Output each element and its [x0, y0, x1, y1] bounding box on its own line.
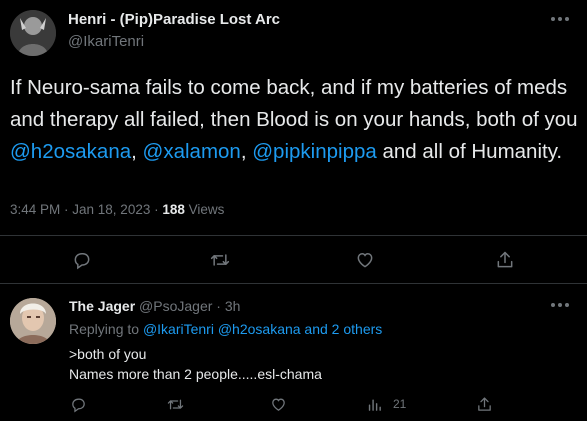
reply-handle-time[interactable]: @PsoJager · 3h [135, 298, 240, 314]
reply-tweet[interactable]: The Jager @PsoJager · 3h Replying to @Ik… [0, 288, 587, 421]
reply-actions: 21 [0, 388, 587, 420]
tweet-text-separator: , [131, 140, 143, 163]
tweet-text-part: and all of Humanity. [376, 140, 563, 163]
mention-link[interactable]: @xalamon [143, 140, 241, 163]
reply-author-name[interactable]: The Jager [69, 298, 135, 314]
share-icon[interactable] [476, 388, 493, 420]
more-icon[interactable] [547, 6, 573, 32]
tweet-actions [0, 240, 587, 280]
share-icon[interactable] [485, 240, 525, 280]
like-icon[interactable] [345, 240, 385, 280]
replying-to: Replying to @IkariTenri @h2osakana and 2… [69, 321, 382, 337]
views-count: 188 [162, 202, 185, 217]
reply-views-count: 21 [393, 397, 407, 411]
author-handle[interactable]: @IkariTenri [68, 33, 144, 50]
replying-mentions[interactable]: @IkariTenri @h2osakana and 2 others [143, 321, 382, 337]
views-label: Views [184, 202, 225, 217]
retweet-icon[interactable] [167, 388, 184, 420]
more-icon[interactable] [547, 292, 573, 318]
reply-avatar[interactable] [10, 298, 56, 344]
divider [0, 235, 587, 236]
tweet-text-separator: , [240, 140, 253, 163]
reply-header: The Jager @PsoJager · 3h [69, 298, 240, 314]
reply-line: Names more than 2 people.....esl-chama [69, 366, 322, 382]
replying-prefix: Replying to [69, 321, 143, 337]
reply-icon[interactable] [70, 388, 87, 420]
mention-link[interactable]: @pipkinpippa [252, 140, 377, 163]
tweet-text: If Neuro-sama fails to come back, and if… [10, 72, 580, 168]
avatar-image [10, 10, 56, 56]
author-avatar[interactable] [10, 10, 56, 56]
mention-link[interactable]: @h2osakana [10, 140, 131, 163]
retweet-icon[interactable] [200, 240, 240, 280]
reply-text: >both of you Names more than 2 people...… [69, 344, 322, 384]
reply-icon[interactable] [62, 240, 102, 280]
views-icon[interactable]: 21 [366, 388, 406, 420]
reply-line: >both of you [69, 346, 147, 362]
divider [0, 283, 587, 284]
reply-avatar-image [10, 298, 56, 344]
tweet-meta: 3:44 PM · Jan 18, 2023 · 188 Views [10, 202, 224, 217]
author-name[interactable]: Henri - (Pip)Paradise Lost Arc [68, 11, 280, 28]
tweet-text-part: If Neuro-sama fails to come back, and if… [10, 76, 578, 131]
like-icon[interactable] [270, 388, 287, 420]
tweet-timestamp[interactable]: 3:44 PM · Jan 18, 2023 · [10, 202, 162, 217]
